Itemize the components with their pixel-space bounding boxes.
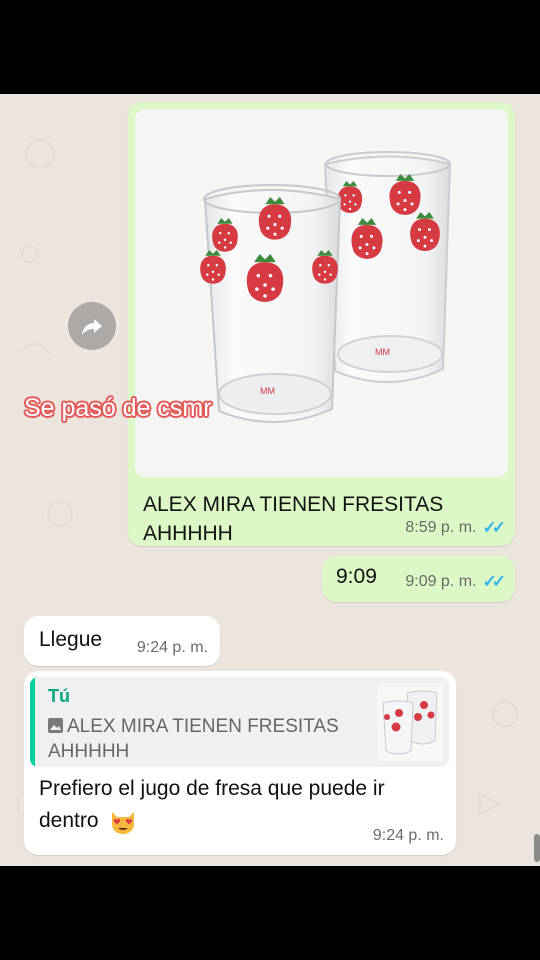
quote-thumbnail <box>377 683 443 761</box>
svg-text:MM: MM <box>260 386 275 396</box>
heart-eyes-cat-emoji <box>112 812 135 835</box>
video-overlay-caption: Se pasó de csmr <box>24 394 212 422</box>
message-time: 8:59 p. m. <box>405 519 477 536</box>
outgoing-text-message[interactable]: 9:09 9:09 p. m. ✓✓ <box>322 556 515 602</box>
incoming-reply-message[interactable]: Tú ALEX MIRA TIENEN FRESITAS AHHHHH Pref… <box>24 671 456 855</box>
forward-arrow-icon <box>82 319 102 335</box>
quote-author: Tú <box>48 686 70 706</box>
incoming-text-message[interactable]: Llegue 9:24 p. m. <box>24 616 220 666</box>
quote-text-wrapper: ALEX MIRA TIENEN FRESITAS AHHHHH <box>48 714 368 764</box>
message-time: 9:24 p. m. <box>372 827 444 844</box>
message-time: 9:09 p. m. <box>405 573 477 590</box>
message-text: Prefiero el jugo de fresa que puede ir d… <box>39 777 385 832</box>
message-meta: 9:09 p. m. ✓✓ <box>405 572 506 592</box>
chat-area[interactable]: MM MM ALEX MIRA TIENEN FRESITAS AHHHHH 8… <box>0 94 540 866</box>
message-text: Llegue <box>39 628 103 651</box>
quote-accent-bar <box>30 677 35 767</box>
message-text: 9:09 <box>336 565 377 588</box>
glass-back: MM <box>323 151 452 383</box>
double-check-icon: ✓✓ <box>482 572 506 591</box>
glass-front: MM <box>200 184 342 423</box>
scrollbar-thumb[interactable] <box>534 834 540 862</box>
message-meta: 9:24 p. m. <box>137 639 208 657</box>
double-check-icon: ✓✓ <box>482 518 506 537</box>
forward-button[interactable] <box>68 302 116 350</box>
svg-text:MM: MM <box>375 347 390 357</box>
quote-text: ALEX MIRA TIENEN FRESITAS AHHHHH <box>48 716 339 762</box>
image-icon <box>48 718 63 733</box>
outgoing-image-message[interactable]: MM MM ALEX MIRA TIENEN FRESITAS AHHHHH 8… <box>128 102 515 546</box>
message-meta: 8:59 p. m. ✓✓ <box>405 518 506 538</box>
message-time: 9:24 p. m. <box>136 639 208 656</box>
message-meta: 9:24 p. m. <box>373 827 444 845</box>
quoted-message[interactable]: Tú ALEX MIRA TIENEN FRESITAS AHHHHH <box>30 677 449 767</box>
